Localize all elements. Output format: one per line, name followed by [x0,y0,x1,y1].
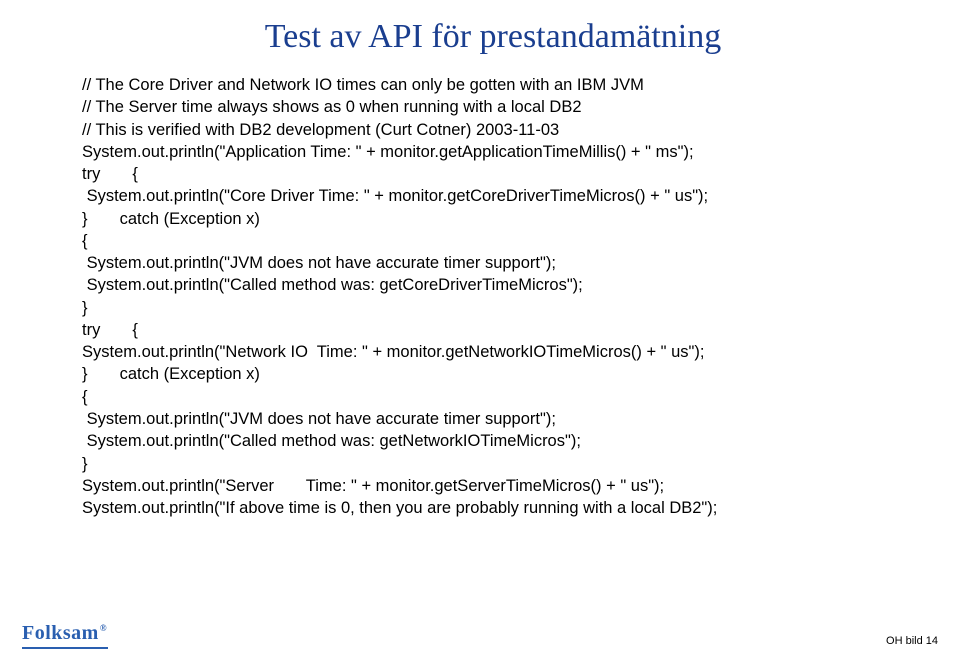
page-number: OH bild 14 [886,635,938,647]
code-block: // The Core Driver and Network IO times … [82,74,904,519]
logo-label: Folksam [22,622,99,644]
logo-underline [22,647,108,649]
page-title: Test av API för prestandamätning [82,18,904,56]
registered-icon: ® [100,623,107,633]
document-page: Test av API för prestandamätning // The … [0,0,960,663]
logo: Folksam® [22,622,108,649]
logo-text: Folksam® [22,622,106,645]
